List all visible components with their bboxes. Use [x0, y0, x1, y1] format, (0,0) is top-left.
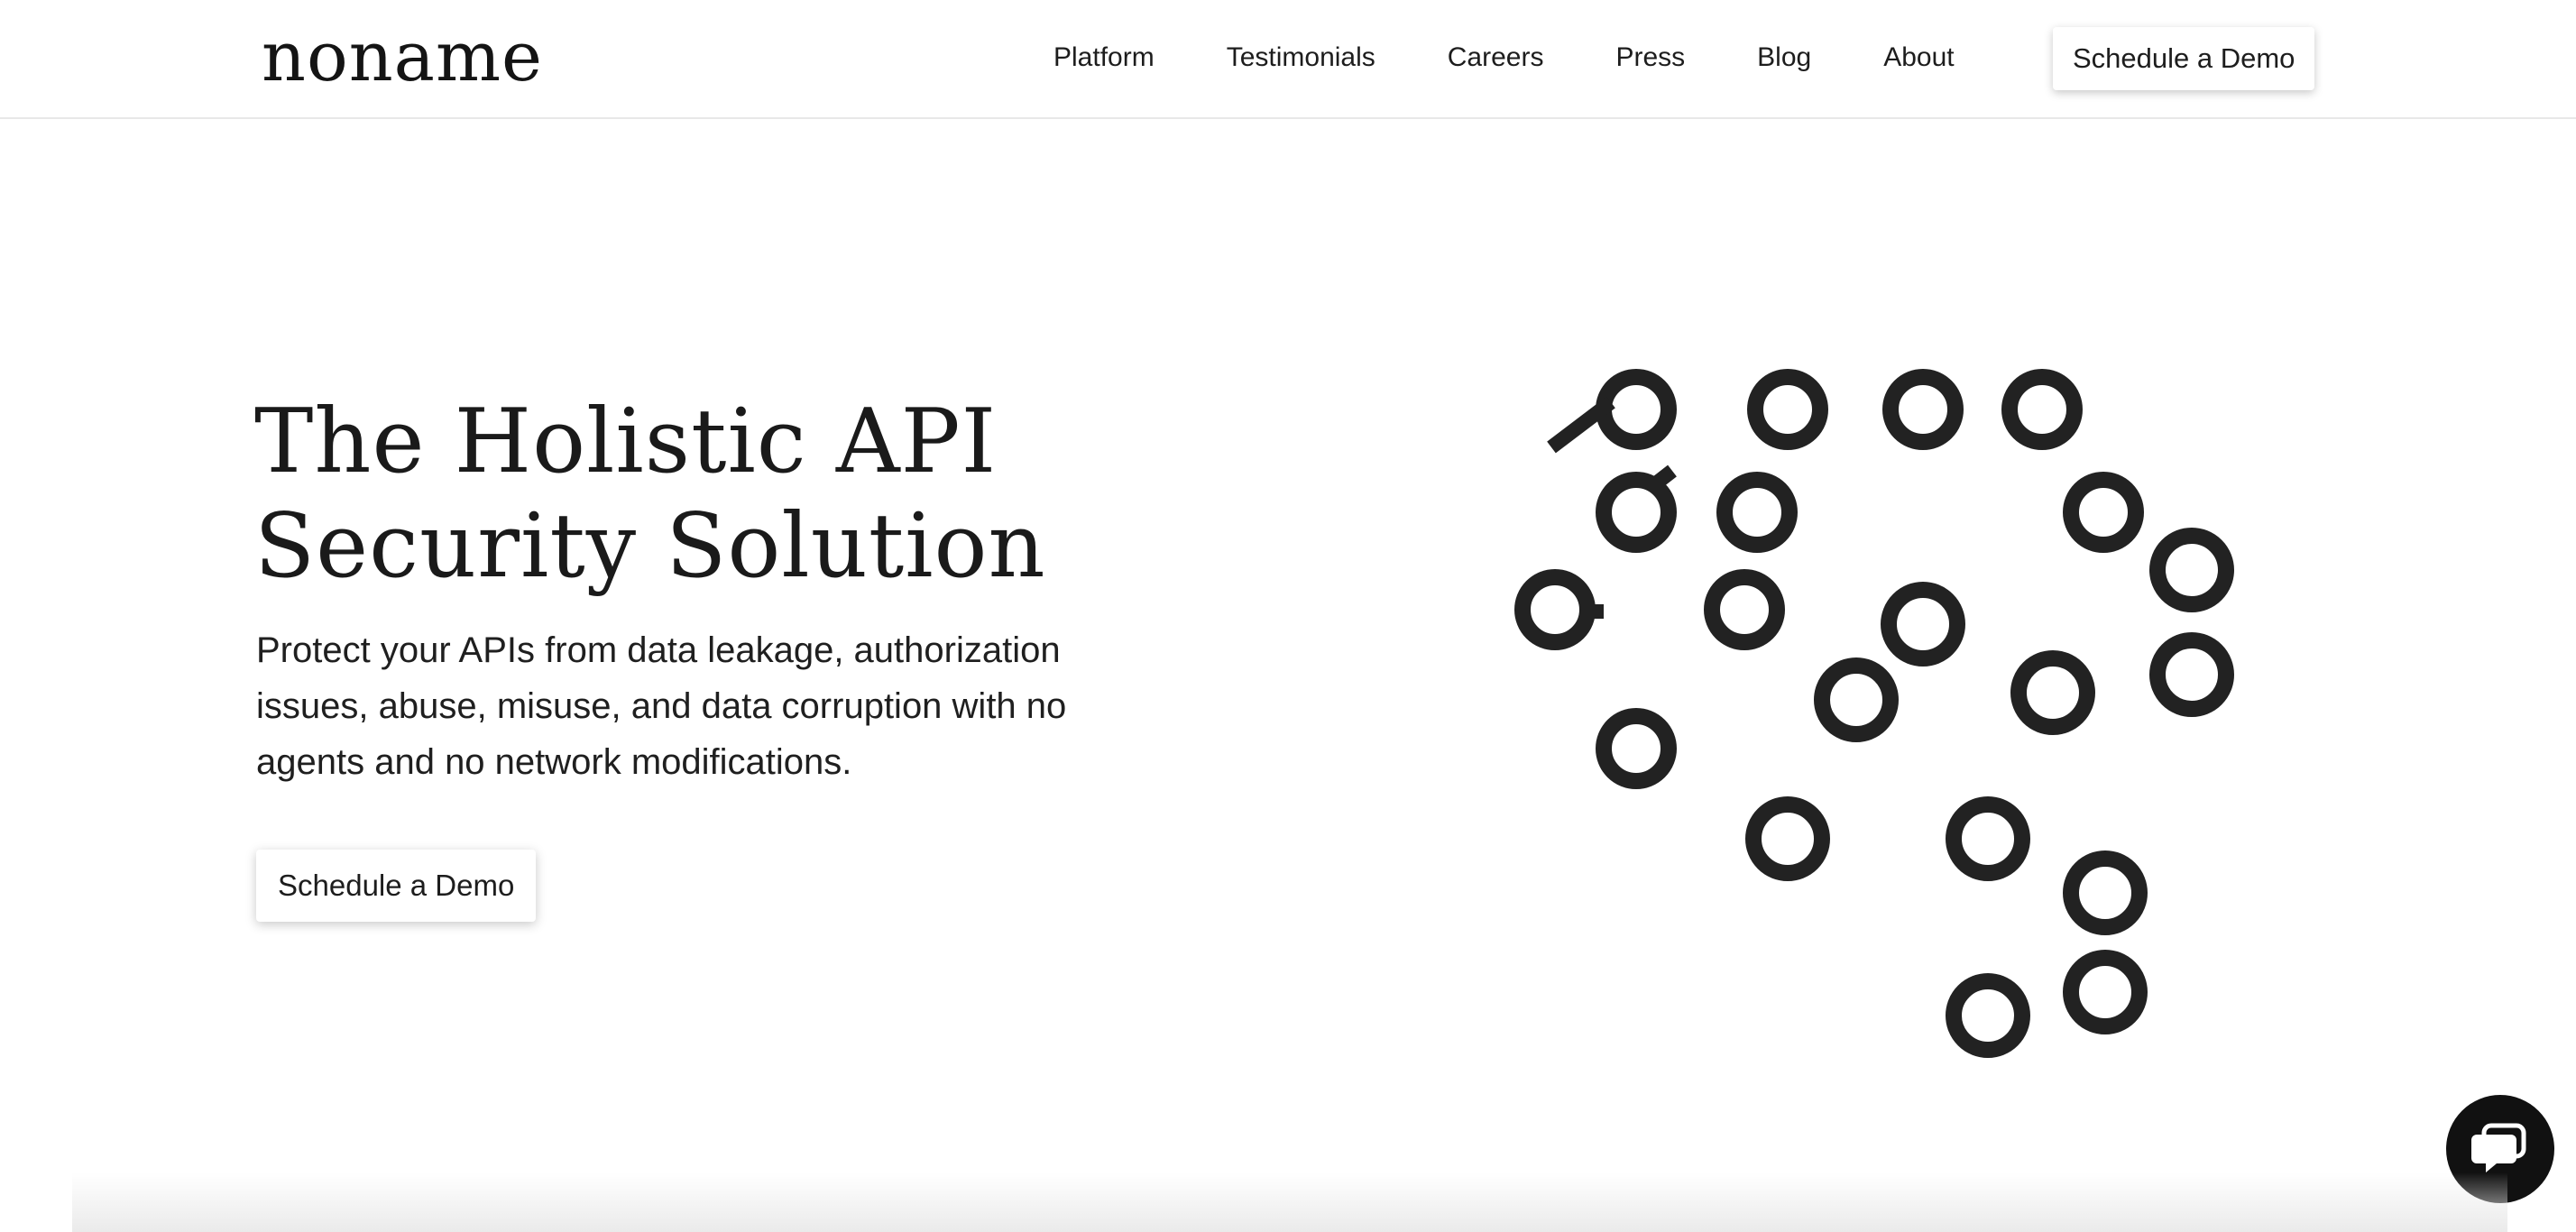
nav-item-platform[interactable]: Platform [1053, 42, 1155, 73]
nav-item-careers[interactable]: Careers [1448, 42, 1544, 73]
hero-subtitle: Protect your APIs from data leakage, aut… [256, 630, 1067, 782]
site-header: noname Platform Testimonials Careers Pre… [0, 0, 2576, 119]
nav-item-blog[interactable]: Blog [1757, 42, 1811, 73]
main-nav: Platform Testimonials Careers Press Blog… [1053, 0, 2027, 115]
next-section-edge [72, 1172, 2507, 1232]
nav-item-press[interactable]: Press [1615, 42, 1685, 73]
hero-title-line-2: Security Solution [254, 495, 1046, 598]
hero-title: The Holistic API Security Solution [254, 390, 1046, 599]
hero-schedule-demo-button[interactable]: Schedule a Demo [256, 850, 537, 922]
site-logo[interactable]: noname [262, 16, 543, 97]
chat-icon [2471, 1123, 2526, 1172]
nav-item-about[interactable]: About [1883, 42, 1954, 73]
nav-item-testimonials[interactable]: Testimonials [1227, 42, 1375, 73]
ring-dots-illustration-icon [1514, 369, 2234, 1058]
header-schedule-demo-button[interactable]: Schedule a Demo [2053, 27, 2315, 90]
hero-title-line-1: The Holistic API [254, 391, 998, 493]
